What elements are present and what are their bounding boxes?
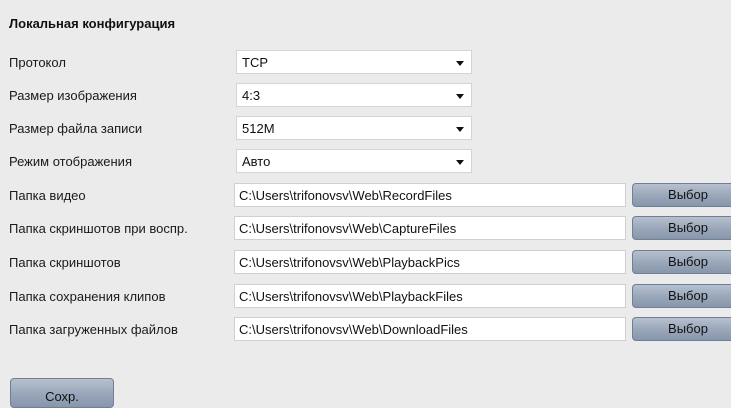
video-folder-browse-button[interactable]: Выбор [632, 183, 731, 207]
display-mode-select-value: Авто [242, 154, 271, 169]
row-playback-snapshots-folder: Папка скриншотов при воспр. Выбор [0, 215, 731, 243]
chevron-down-icon [456, 160, 464, 165]
clips-folder-input[interactable] [234, 284, 626, 308]
save-button[interactable]: Сохр. [10, 378, 114, 408]
protocol-label: Протокол [9, 55, 66, 70]
playback-snapshots-folder-input[interactable] [234, 216, 626, 240]
row-display-mode: Режим отображения Авто [0, 148, 731, 176]
record-file-size-select-value: 512M [242, 121, 275, 136]
record-file-size-select[interactable]: 512M [236, 116, 472, 140]
image-size-label: Размер изображения [9, 88, 137, 103]
row-clips-folder: Папка сохранения клипов Выбор [0, 283, 731, 311]
chevron-down-icon [456, 127, 464, 132]
downloads-folder-label: Папка загруженных файлов [9, 322, 178, 337]
protocol-select-value: TCP [242, 55, 268, 70]
image-size-select-value: 4:3 [242, 88, 261, 103]
row-protocol: Протокол TCP [0, 49, 731, 77]
chevron-down-icon [456, 61, 464, 66]
image-size-select[interactable]: 4:3 [236, 83, 472, 107]
row-image-size: Размер изображения 4:3 [0, 82, 731, 110]
row-record-file-size: Размер файла записи 512M [0, 115, 731, 143]
row-snapshots-folder: Папка скриншотов Выбор [0, 249, 731, 277]
record-file-size-label: Размер файла записи [9, 121, 143, 136]
section-title: Локальная конфигурация [9, 16, 176, 31]
chevron-down-icon [456, 94, 464, 99]
downloads-folder-input[interactable] [234, 317, 626, 341]
clips-folder-browse-button[interactable]: Выбор [632, 284, 731, 308]
clips-folder-label: Папка сохранения клипов [9, 289, 166, 304]
downloads-folder-browse-button[interactable]: Выбор [632, 317, 731, 341]
display-mode-label: Режим отображения [9, 154, 132, 169]
playback-snapshots-folder-label: Папка скриншотов при воспр. [9, 221, 188, 236]
row-video-folder: Папка видео Выбор [0, 182, 731, 210]
display-mode-select[interactable]: Авто [236, 149, 472, 173]
snapshots-folder-browse-button[interactable]: Выбор [632, 250, 731, 274]
snapshots-folder-input[interactable] [234, 250, 626, 274]
protocol-select[interactable]: TCP [236, 50, 472, 74]
video-folder-label: Папка видео [9, 188, 86, 203]
row-downloads-folder: Папка загруженных файлов Выбор [0, 316, 731, 344]
playback-snapshots-folder-browse-button[interactable]: Выбор [632, 216, 731, 240]
snapshots-folder-label: Папка скриншотов [9, 255, 121, 270]
video-folder-input[interactable] [234, 183, 626, 207]
